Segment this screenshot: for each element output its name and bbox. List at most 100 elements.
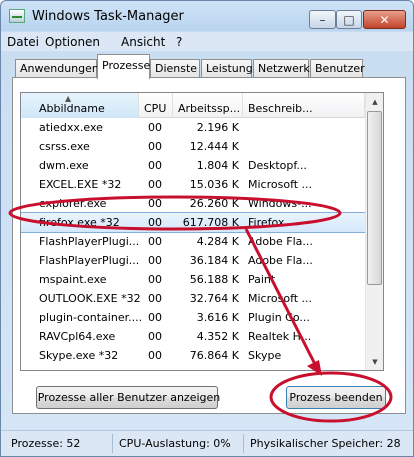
process-list[interactable]: ▲ Abbildname CPU Arbeitssp... Beschreib.… (20, 92, 384, 371)
cell-description: Adobe Fla... (248, 254, 313, 267)
menu-datei[interactable]: Datei (7, 35, 39, 49)
scroll-thumb[interactable] (367, 111, 382, 285)
cell-description: Windows-... (248, 197, 312, 210)
status-memory: Physikalischer Speicher: 28 (250, 437, 401, 450)
cell-description: Adobe Fla... (248, 235, 313, 248)
cell-memory: 2.196 K (196, 121, 239, 134)
table-row[interactable]: SnippingTool.exe 003.548 K Snipping ... (21, 365, 365, 370)
cell-name: OUTLOOK.EXE *32 (39, 292, 141, 305)
cell-cpu: 00 (148, 178, 162, 191)
window-title: Windows Task-Manager (32, 9, 184, 24)
tab-netzwerk[interactable]: Netzwerk (253, 59, 310, 78)
show-all-users-label: Prozesse aller Benutzer anzeigen (37, 391, 221, 404)
column-label: Abbildname (39, 102, 105, 115)
cell-memory: 26.260 K (189, 197, 239, 210)
table-row[interactable]: firefox.exe *32 00 617.708 K Firefox (21, 212, 366, 233)
cell-memory: 3.616 K (196, 311, 239, 324)
cell-description: Microsoft ... (248, 292, 313, 305)
cell-cpu: 00 (148, 330, 162, 343)
cell-cpu: 00 (148, 197, 162, 210)
table-row[interactable]: RAVCpl64.exe 00 4.352 K Realtek H... (21, 327, 365, 346)
cell-memory: 32.764 K (189, 292, 239, 305)
menu-optionen[interactable]: Optionen (45, 35, 100, 49)
table-row[interactable]: dwm.exe 00 1.804 K Desktopf... (21, 156, 365, 175)
cell-name: atiedxx.exe (39, 121, 103, 134)
status-bar: Prozesse: 52 CPU-Auslastung: 0% Physikal… (1, 430, 413, 456)
table-row[interactable]: mspaint.exe 00 56.188 K Paint (21, 270, 365, 289)
tab-anwendungen[interactable]: Anwendungen (15, 59, 99, 78)
tab-dienste[interactable]: Dienste (150, 59, 200, 78)
cell-name: csrss.exe (39, 140, 90, 153)
sort-ascending-icon: ▲ (65, 94, 72, 103)
tab-strip: Anwendungen Prozesse Dienste Leistung Ne… (1, 54, 413, 79)
cell-name: SnippingTool.exe (39, 368, 143, 370)
cell-cpu: 00 (148, 121, 162, 134)
table-row[interactable]: explorer.exe 00 26.260 K Windows-... (21, 194, 365, 213)
close-button[interactable]: ✕ (363, 10, 406, 29)
cell-cpu: 00 (148, 368, 178, 370)
cell-memory: 617.708 K (182, 216, 239, 229)
process-rows: atiedxx.exe 00 2.196 K csrss.exe 00 12.444 K d… (21, 118, 366, 370)
cell-cpu: 00 (148, 292, 162, 305)
title-bar[interactable]: Windows Task-Manager – □ ✕ (1, 1, 413, 31)
menu-bar: Datei Optionen Ansicht ? (1, 32, 413, 51)
cell-name: EXCEL.EXE *32 (39, 178, 122, 191)
cell-memory: 4.284 K (196, 235, 239, 248)
task-manager-icon (9, 9, 25, 23)
scroll-down-icon[interactable]: ▼ (366, 353, 383, 370)
cell-name: dwm.exe (39, 159, 89, 172)
end-process-button[interactable]: Prozess beenden (286, 386, 386, 409)
table-row[interactable]: FlashPlayerPlugi... 00 4.284 K Adobe Fla... (21, 232, 365, 251)
cell-cpu: 00 (148, 216, 162, 229)
status-divider (243, 434, 244, 453)
cell-name: FlashPlayerPlugi... (39, 235, 140, 248)
table-row[interactable]: EXCEL.EXE *32 00 15.036 K Microsoft ... (21, 175, 365, 194)
cell-name: Skype.exe *32 (39, 349, 119, 362)
cell-description: Plugin Co... (248, 311, 310, 324)
tab-prozesse[interactable]: Prozesse (97, 54, 150, 79)
table-row[interactable]: atiedxx.exe 00 2.196 K (21, 118, 365, 137)
cell-name: plugin-container.... (39, 311, 143, 324)
cell-cpu: 00 (148, 311, 162, 324)
task-manager-window: Windows Task-Manager – □ ✕ Datei Optione… (0, 0, 414, 457)
cell-memory: 1.804 K (196, 159, 239, 172)
cell-cpu: 00 (148, 254, 162, 267)
menu-help[interactable]: ? (176, 35, 182, 49)
cell-cpu: 00 (148, 159, 162, 172)
cell-memory: 56.188 K (189, 273, 239, 286)
cell-name: FlashPlayerPlugi... (39, 254, 140, 267)
cell-description: Microsoft ... (248, 178, 313, 191)
status-processes: Prozesse: 52 (11, 437, 81, 450)
cell-memory: 3.548 K (179, 368, 239, 370)
table-row[interactable]: plugin-container.... 00 3.616 K Plugin Co..… (21, 308, 365, 327)
minimize-button[interactable]: – (309, 10, 336, 29)
cell-description: Firefox (248, 216, 285, 229)
cell-description: Realtek H... (248, 330, 312, 343)
cell-cpu: 00 (148, 273, 162, 286)
cell-description: Snipping ... (248, 368, 322, 370)
cell-cpu: 00 (148, 140, 162, 153)
cell-name: mspaint.exe (39, 273, 107, 286)
maximize-button[interactable]: □ (336, 10, 362, 29)
tab-leistung[interactable]: Leistung (201, 59, 253, 78)
table-row[interactable]: csrss.exe 00 12.444 K (21, 137, 365, 156)
table-row[interactable]: OUTLOOK.EXE *32 00 32.764 K Microsoft ... (21, 289, 365, 308)
show-all-users-button[interactable]: Prozesse aller Benutzer anzeigen (36, 386, 221, 409)
column-header-cpu[interactable]: CPU (139, 93, 173, 118)
status-cpu: CPU-Auslastung: 0% (119, 437, 231, 450)
cell-cpu: 00 (148, 235, 162, 248)
table-row[interactable]: FlashPlayerPlugi... 00 36.184 K Adobe Fla..… (21, 251, 365, 270)
cell-memory: 36.184 K (189, 254, 239, 267)
vertical-scrollbar[interactable]: ▲ ▼ (365, 93, 383, 370)
table-row[interactable]: Skype.exe *32 00 76.864 K Skype (21, 346, 365, 365)
column-header-name[interactable]: ▲ Abbildname (21, 93, 139, 118)
cell-description: Desktopf... (248, 159, 307, 172)
column-header-memory[interactable]: Arbeitssp... (173, 93, 243, 118)
scroll-up-icon[interactable]: ▲ (366, 93, 383, 110)
menu-ansicht[interactable]: Ansicht (121, 35, 165, 49)
list-header: ▲ Abbildname CPU Arbeitssp... Beschreib.… (21, 93, 365, 118)
tab-benutzer[interactable]: Benutzer (310, 59, 365, 78)
cell-memory: 12.444 K (189, 140, 239, 153)
column-header-description[interactable]: Beschreib... (243, 93, 365, 118)
cell-memory: 15.036 K (189, 178, 239, 191)
